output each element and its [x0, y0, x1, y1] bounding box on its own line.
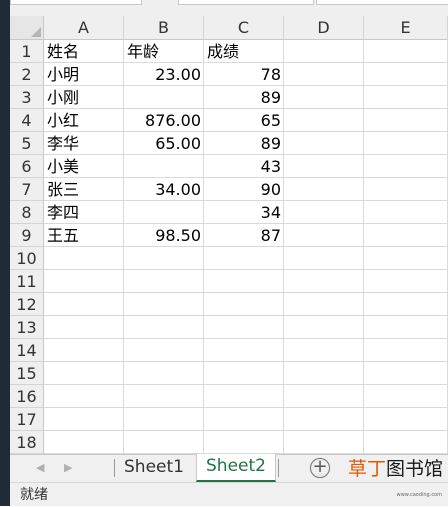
cell-b8[interactable] — [124, 201, 204, 224]
cell-c2[interactable]: 78 — [204, 63, 284, 86]
name-box[interactable] — [10, 0, 142, 5]
gridline — [44, 315, 448, 316]
row-header-1[interactable]: 1 — [10, 40, 44, 63]
cell-a7[interactable]: 张三 — [44, 178, 124, 201]
column-header-b[interactable]: B — [124, 16, 204, 40]
row-header-5[interactable]: 5 — [10, 132, 44, 155]
column-header-d[interactable]: D — [284, 16, 364, 40]
cell-b1[interactable]: 年龄 — [124, 40, 204, 63]
window-left-edge — [0, 0, 10, 506]
row-header-2[interactable]: 2 — [10, 63, 44, 86]
row-header-17[interactable]: 17 — [10, 408, 44, 431]
cell-a9[interactable]: 王五 — [44, 224, 124, 247]
cell-a4[interactable]: 小红 — [44, 109, 124, 132]
cell-a6[interactable]: 小美 — [44, 155, 124, 178]
cell-c9[interactable]: 87 — [204, 224, 284, 247]
cell-c1[interactable]: 成绩 — [204, 40, 284, 63]
column-header-e[interactable]: E — [364, 16, 448, 40]
cell-c6[interactable]: 43 — [204, 155, 284, 178]
column-header-a[interactable]: A — [44, 16, 124, 40]
status-ready-label: 就绪 — [20, 487, 48, 503]
row-header-18[interactable]: 18 — [10, 431, 44, 454]
gridline — [44, 384, 448, 385]
watermark-url: www.caoding.com — [396, 492, 442, 498]
cell-c8[interactable]: 34 — [204, 201, 284, 224]
watermark-part2: 图书馆 — [386, 458, 444, 480]
gridline — [44, 361, 448, 362]
cell-a5[interactable]: 李华 — [44, 132, 124, 155]
cell-c3[interactable]: 89 — [204, 86, 284, 109]
cell-b2[interactable]: 23.00 — [124, 63, 204, 86]
cell-c7[interactable]: 90 — [204, 178, 284, 201]
add-sheet-button[interactable]: + — [310, 458, 330, 478]
formula-input-extension[interactable] — [316, 0, 448, 5]
row-header-13[interactable]: 13 — [10, 316, 44, 339]
cell-c5[interactable]: 89 — [204, 132, 284, 155]
select-all-corner[interactable] — [10, 16, 44, 40]
row-header-6[interactable]: 6 — [10, 155, 44, 178]
row-header-10[interactable]: 10 — [10, 247, 44, 270]
gridline — [44, 430, 448, 431]
cell-b7[interactable]: 34.00 — [124, 178, 204, 201]
tab-separator — [114, 459, 115, 477]
cell-a8[interactable]: 李四 — [44, 201, 124, 224]
tab-sheet2[interactable]: Sheet2 — [196, 454, 276, 482]
gridline — [44, 269, 448, 270]
row-header-12[interactable]: 12 — [10, 293, 44, 316]
row-header-11[interactable]: 11 — [10, 270, 44, 293]
status-bar: 就绪 www.caoding.com — [10, 482, 448, 506]
row-header-14[interactable]: 14 — [10, 339, 44, 362]
gridline — [44, 407, 448, 408]
cell-b5[interactable]: 65.00 — [124, 132, 204, 155]
row-header-7[interactable]: 7 — [10, 178, 44, 201]
scroll-tabs-right-icon[interactable]: ▶ — [64, 459, 72, 477]
gridline — [363, 40, 364, 454]
row-header-9[interactable]: 9 — [10, 224, 44, 247]
tab-sheet1[interactable]: Sheet1 — [116, 455, 192, 481]
cell-a3[interactable]: 小刚 — [44, 86, 124, 109]
row-header-15[interactable]: 15 — [10, 362, 44, 385]
formula-input[interactable] — [178, 0, 314, 5]
cell-b9[interactable]: 98.50 — [124, 224, 204, 247]
spreadsheet-grid[interactable]: A B C D E 1 2 3 4 5 6 7 8 9 10 11 12 13 … — [10, 16, 448, 454]
gridline — [44, 292, 448, 293]
row-header-16[interactable]: 16 — [10, 385, 44, 408]
cell-a1[interactable]: 姓名 — [44, 40, 124, 63]
row-header-8[interactable]: 8 — [10, 201, 44, 224]
sheet-tab-bar: ◀ ▶ Sheet1 Sheet2 + 草丁 图书馆 — [10, 454, 448, 482]
cell-c4[interactable]: 65 — [204, 109, 284, 132]
cell-b3[interactable] — [124, 86, 204, 109]
column-header-c[interactable]: C — [204, 16, 284, 40]
row-header-4[interactable]: 4 — [10, 109, 44, 132]
gridline — [44, 338, 448, 339]
scroll-tabs-left-icon[interactable]: ◀ — [36, 459, 44, 477]
cell-a2[interactable]: 小明 — [44, 63, 124, 86]
cell-b6[interactable] — [124, 155, 204, 178]
tab-separator — [278, 459, 279, 477]
formula-bar-strip — [10, 0, 448, 16]
cell-b4[interactable]: 876.00 — [124, 109, 204, 132]
row-header-3[interactable]: 3 — [10, 86, 44, 109]
watermark-part1: 草丁 — [348, 458, 387, 480]
